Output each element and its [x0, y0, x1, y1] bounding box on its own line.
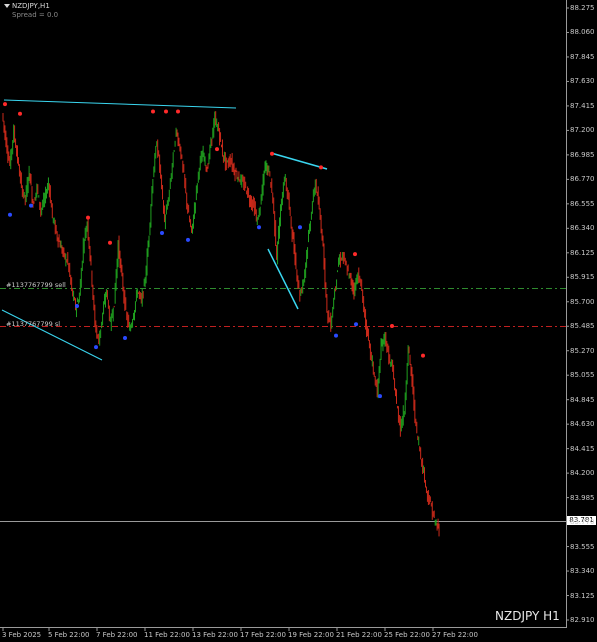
- symbol-label: NZDJPY,H1: [12, 2, 50, 10]
- fractal-up-marker: [164, 109, 168, 114]
- price-tick-label: 86.555: [570, 199, 595, 208]
- fractal-down-marker: [94, 345, 98, 350]
- price-tick-label: 85.915: [570, 273, 595, 282]
- price-tick-label: 87.845: [570, 52, 595, 61]
- price-tick-label: 85.700: [570, 297, 595, 306]
- fractal-down-marker: [298, 225, 302, 230]
- price-tick-label: 86.125: [570, 248, 595, 257]
- fractal-down-marker: [334, 333, 338, 338]
- fractal-up-marker: [3, 102, 7, 107]
- fractal-down-marker: [378, 394, 382, 399]
- price-chart[interactable]: [0, 0, 597, 642]
- price-tick-label: 87.200: [570, 126, 595, 135]
- time-tick-label: 21 Feb 22:00: [336, 631, 382, 639]
- fractal-down-marker: [8, 212, 12, 217]
- price-tick-label: 86.985: [570, 150, 595, 159]
- price-tick-label: 87.630: [570, 77, 595, 86]
- price-tick-label: 86.340: [570, 224, 595, 233]
- price-tick-label: 85.270: [570, 346, 595, 355]
- fractal-up-marker: [319, 165, 323, 170]
- time-tick-label: 5 Feb 22:00: [48, 631, 90, 639]
- price-tick-label: 84.845: [570, 395, 595, 404]
- fractal-up-marker: [108, 240, 112, 245]
- fractal-up-marker: [86, 215, 90, 220]
- fractal-up-marker: [176, 109, 180, 114]
- price-tick-label: 83.340: [570, 567, 595, 576]
- price-tick-label: 88.275: [570, 4, 595, 12]
- chart-header: NZDJPY,H1 Spread = 0.0: [4, 2, 58, 20]
- price-tick-label: 86.770: [570, 175, 595, 184]
- fractal-up-marker: [353, 252, 357, 257]
- time-tick-label: 25 Feb 22:00: [384, 631, 430, 639]
- symbol-watermark: NZDJPY H1: [495, 609, 560, 623]
- price-tick-label: 84.630: [570, 420, 595, 429]
- time-tick-label: 3 Feb 2025: [2, 631, 42, 639]
- price-tick-label: 83.555: [570, 542, 595, 551]
- time-tick-label: 19 Feb 22:00: [288, 631, 334, 639]
- time-tick-label: 11 Feb 22:00: [144, 631, 190, 639]
- price-tick-label: 87.415: [570, 101, 595, 110]
- price-tick-label: 82.910: [570, 616, 595, 624]
- price-tick-label: 83.985: [570, 493, 595, 502]
- price-tick-label: 83.125: [570, 591, 595, 600]
- fractal-up-marker: [390, 323, 394, 328]
- fractal-down-marker: [186, 237, 190, 242]
- spread-label: Spread = 0.0: [12, 11, 59, 19]
- fractal-down-marker: [257, 225, 261, 230]
- fractal-up-marker: [215, 147, 219, 152]
- fractal-up-marker: [421, 353, 425, 358]
- time-tick-label: 7 Feb 22:00: [96, 631, 138, 639]
- fractal-up-marker: [270, 151, 274, 156]
- time-tick-label: 27 Feb 22:00: [432, 631, 478, 639]
- price-tick-label: 85.055: [570, 371, 595, 380]
- price-tick-label: 85.485: [570, 322, 595, 331]
- stop-loss-label: #1137767799 sl: [6, 320, 61, 328]
- dropdown-triangle-icon[interactable]: [4, 4, 10, 8]
- fractal-down-marker: [160, 231, 164, 236]
- fractal-down-marker: [29, 203, 33, 208]
- fractal-down-marker: [75, 304, 79, 309]
- chart-area: [0, 0, 567, 628]
- fractal-down-marker: [123, 335, 127, 340]
- fractal-up-marker: [151, 109, 155, 114]
- price-tick-label: 88.060: [570, 28, 595, 37]
- time-tick-label: 17 Feb 22:00: [240, 631, 286, 639]
- price-tick-label: 83.770: [570, 518, 595, 527]
- sell-order-label: #1137767799 sell: [6, 281, 66, 289]
- fractal-up-marker: [18, 111, 22, 116]
- time-tick-label: 13 Feb 22:00: [192, 631, 238, 639]
- price-tick-label: 84.415: [570, 444, 595, 453]
- price-tick-label: 84.200: [570, 469, 595, 478]
- fractal-down-marker: [354, 322, 358, 327]
